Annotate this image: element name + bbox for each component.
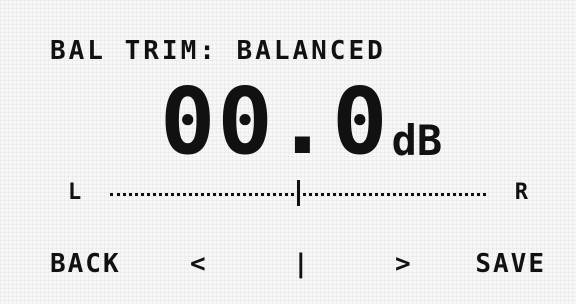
decrease-button[interactable]: <: [190, 244, 208, 284]
back-button[interactable]: BACK: [50, 244, 121, 284]
trim-value: 00.0: [160, 68, 390, 175]
trim-unit: dB: [391, 116, 443, 165]
softkey-bar: BACK < | > SAVE: [50, 244, 546, 284]
increase-button[interactable]: >: [395, 244, 413, 284]
trim-readout: 00.0 dB: [160, 76, 442, 168]
balance-position-marker: [296, 180, 300, 206]
screen-title: BAL TRIM: BALANCED: [50, 36, 386, 66]
right-channel-label: R: [514, 180, 528, 205]
lcd-screen: BAL TRIM: BALANCED 00.0 dB L R BACK < | …: [0, 0, 576, 304]
center-button[interactable]: |: [293, 244, 311, 284]
save-button[interactable]: SAVE: [475, 244, 546, 284]
balance-meter: L R: [68, 178, 528, 208]
left-channel-label: L: [68, 180, 82, 205]
